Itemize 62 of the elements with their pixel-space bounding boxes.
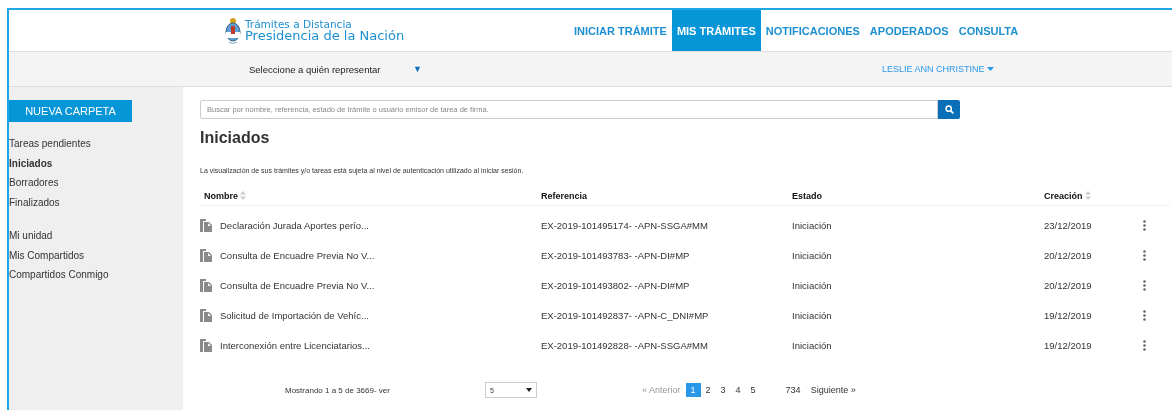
page-title: Iniciados — [200, 129, 271, 147]
table-cell: Iniciación — [792, 309, 832, 321]
table-cell: Iniciación — [792, 339, 832, 351]
nav-tab[interactable]: APODERADOS — [864, 10, 954, 51]
sidebar-item[interactable]: Mi unidad — [9, 226, 183, 246]
table-cell: 19/12/2019 — [1044, 309, 1092, 321]
documents-icon — [200, 248, 212, 262]
more-options-icon[interactable] — [1143, 339, 1146, 351]
column-header: Estado — [792, 190, 822, 201]
table-cell: Iniciación — [792, 249, 832, 261]
table-cell: Consulta de Encuadre Previa No V... — [220, 249, 375, 261]
sidebar-item[interactable]: Mis Compartidos — [9, 245, 183, 265]
represent-dropdown[interactable]: Seleccione a quién representar — [249, 63, 409, 75]
documents-icon — [200, 338, 212, 352]
emblem-icon — [225, 16, 241, 45]
column-header: Referencia — [541, 190, 588, 201]
table-cell: Declaración Jurada Aportes perío... — [220, 219, 369, 231]
more-options-icon[interactable] — [1143, 219, 1146, 231]
next-link[interactable]: Siguiente » — [805, 383, 861, 397]
sidebar-item[interactable]: Finalizados — [9, 192, 183, 212]
page-link[interactable]: 2 — [700, 383, 716, 397]
table-cell: EX-2019-101492837- -APN-C_DNI#MP — [541, 309, 709, 321]
sidebar-item[interactable]: Iniciados — [9, 153, 183, 173]
table-cell: Solicitud de Importación de Vehíc... — [220, 309, 369, 321]
showing-count: Mostrando 1 a 5 de 3669- ver — [285, 385, 391, 395]
table-cell: EX-2019-101493783- -APN-DI#MP — [541, 249, 690, 261]
search-button[interactable] — [938, 100, 960, 119]
caret-icon[interactable] — [987, 67, 995, 71]
sidebar-item[interactable]: Compartidos Conmigo — [9, 265, 183, 285]
table-cell: EX-2019-101495174- -APN-SSGA#MM — [541, 219, 708, 231]
dropdown-caret[interactable]: ▼ — [413, 64, 422, 74]
brand-subtitle: Trámites a Distancia — [245, 18, 353, 30]
table-cell: Iniciación — [792, 279, 832, 291]
table-cell: 20/12/2019 — [1044, 249, 1092, 261]
page-link[interactable]: 3 — [715, 383, 731, 397]
column-header: Nombre — [204, 190, 238, 201]
table-cell: 20/12/2019 — [1044, 279, 1092, 291]
search-icon — [944, 105, 954, 114]
more-options-icon[interactable] — [1143, 309, 1146, 321]
table-cell: EX-2019-101493802- -APN-DI#MP — [541, 279, 690, 291]
nav-tab[interactable]: NOTIFICACIONES — [760, 10, 865, 51]
documents-icon — [200, 278, 212, 292]
more-options-icon[interactable] — [1143, 279, 1146, 291]
page-link[interactable]: 734 — [780, 383, 806, 397]
nav-tab[interactable]: INICIAR TRÁMITE — [569, 10, 672, 51]
page-link[interactable]: 4 — [730, 383, 746, 397]
more-options-icon[interactable] — [1143, 249, 1146, 261]
table-cell: Interconexión entre Licenciatarios... — [220, 339, 370, 351]
table-cell: Consulta de Encuadre Previa No V... — [220, 279, 375, 291]
brand-title: Presidencia de la Nación — [245, 29, 405, 43]
caret-icon — [526, 388, 532, 392]
table-cell: 19/12/2019 — [1044, 339, 1092, 351]
sidebar-item[interactable]: Tareas pendientes — [9, 134, 183, 154]
table-cell: 23/12/2019 — [1044, 219, 1092, 231]
documents-icon — [200, 308, 212, 322]
table-cell: EX-2019-101492828- -APN-SSGA#MM — [541, 339, 708, 351]
nav-tab[interactable]: CONSULTA — [953, 10, 1024, 51]
column-header: Creación — [1044, 190, 1083, 201]
documents-icon — [200, 218, 212, 232]
page-link[interactable]: 5 — [745, 383, 761, 397]
sidebar-item[interactable]: Borradores — [9, 173, 183, 193]
table-cell: Iniciación — [792, 219, 832, 231]
